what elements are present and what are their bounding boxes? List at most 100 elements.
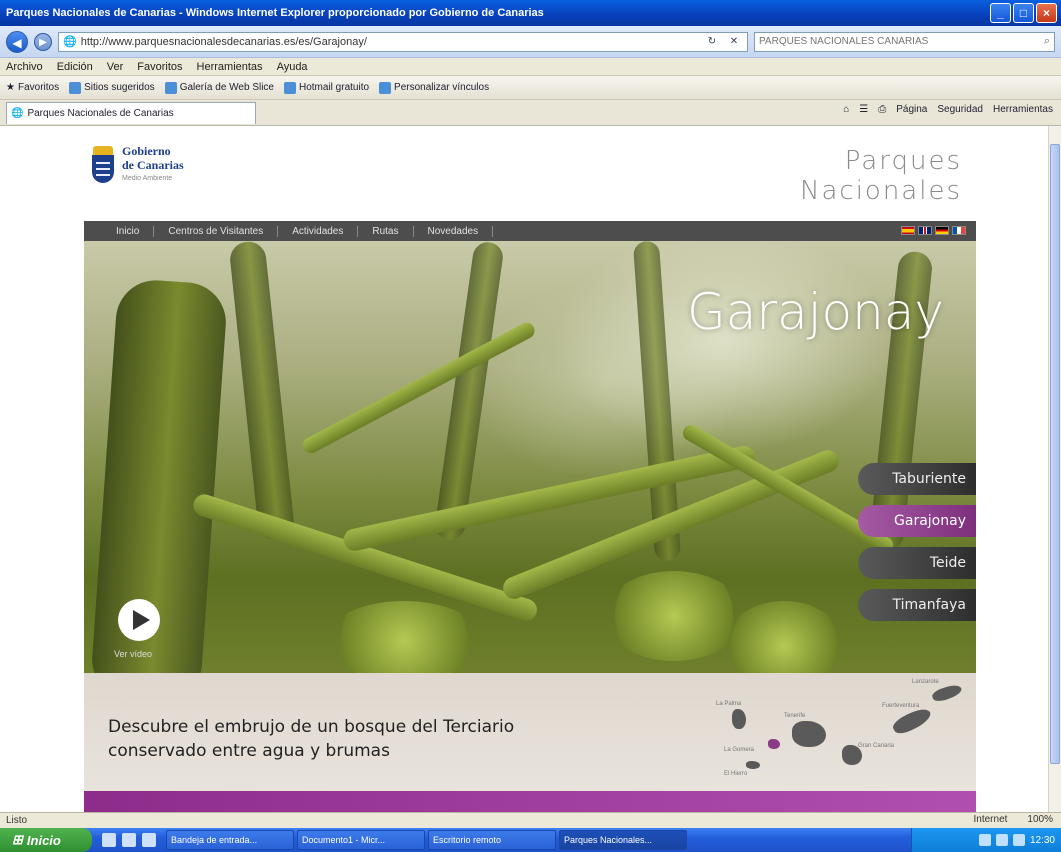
system-tray: 12:30 [911, 828, 1061, 852]
tagline: Descubre el embrujo de un bosque del Ter… [108, 715, 628, 763]
star-icon: ★ [6, 82, 15, 93]
favorite-item[interactable]: Personalizar vínculos [379, 81, 489, 94]
tree-trunk [228, 241, 296, 543]
search-icon[interactable]: ⌕ [1044, 35, 1050, 48]
favorite-item[interactable]: Sitios sugeridos [69, 81, 155, 94]
start-button[interactable]: ⊞ Inicio [0, 828, 92, 852]
nav-rutas[interactable]: Rutas [358, 225, 414, 237]
moss-clump [604, 571, 744, 661]
tool-seguridad[interactable]: Seguridad [937, 104, 983, 115]
video-label[interactable]: Ver vídeo [114, 649, 152, 659]
scroll-thumb[interactable] [1050, 144, 1060, 764]
stop-icon[interactable]: ✕ [725, 33, 743, 51]
menu-ayuda[interactable]: Ayuda [277, 61, 308, 73]
island-label: La Palma [716, 701, 742, 707]
flag-fr-icon[interactable] [952, 226, 966, 235]
minimize-button[interactable]: _ [990, 3, 1011, 23]
print-icon[interactable]: ⎙ [878, 104, 886, 115]
vertical-scrollbar[interactable] [1048, 126, 1061, 812]
island-tenerife[interactable] [792, 721, 826, 747]
tab-parques[interactable]: 🌐 Parques Nacionales de Canarias [6, 101, 256, 124]
island-el-hierro[interactable] [746, 761, 760, 769]
flag-es-icon[interactable] [901, 226, 915, 235]
status-bar: Listo Internet 100% [0, 812, 1061, 828]
park-teide-button[interactable]: Teide [858, 547, 976, 579]
refresh-icon[interactable]: ↻ [703, 33, 721, 51]
menu-ver[interactable]: Ver [107, 61, 124, 73]
island-label: La Gomera [724, 747, 755, 753]
zone-indicator[interactable]: Internet [974, 814, 1008, 825]
security-icon[interactable] [1012, 834, 1025, 846]
taskbar-item[interactable]: Escritorio remoto [428, 830, 556, 850]
taskbar-item-active[interactable]: Parques Nacionales... [559, 830, 687, 850]
menu-archivo[interactable]: Archivo [6, 61, 43, 73]
favorite-item[interactable]: Hotmail gratuito [284, 81, 369, 94]
desktop-icon[interactable] [122, 833, 136, 847]
nav-actividades[interactable]: Actividades [278, 225, 359, 237]
volume-icon[interactable] [995, 834, 1008, 846]
logo-line2: de Canarias [122, 158, 184, 172]
window-title: Parques Nacionales de Canarias - Windows… [6, 7, 544, 19]
park-taburiente-button[interactable]: Taburiente [858, 463, 976, 495]
home-icon[interactable]: ⌂ [843, 104, 849, 115]
tool-herramientas[interactable]: Herramientas [993, 104, 1053, 115]
zoom-level[interactable]: 100% [1027, 814, 1053, 825]
page-viewport: Gobierno de Canarias Medio Ambiente Parq… [0, 126, 1048, 812]
clock[interactable]: 12:30 [1030, 835, 1055, 846]
logo-line1: Gobierno [122, 144, 171, 158]
island-fuerteventura[interactable] [890, 704, 934, 738]
brand-line2: Nacionales [800, 176, 962, 206]
moss-branch [300, 319, 538, 457]
moss-clump [324, 601, 484, 673]
tree-trunk [433, 241, 505, 542]
play-video-icon[interactable] [118, 599, 160, 641]
park-garajonay-button[interactable]: Garajonay [858, 505, 976, 537]
flag-de-icon[interactable] [935, 226, 949, 235]
park-selector: Taburiente Garajonay Teide Timanfaya [858, 463, 976, 621]
island-la-gomera[interactable] [768, 739, 780, 749]
mail-icon[interactable] [142, 833, 156, 847]
address-bar[interactable]: 🌐 http://www.parquesnacionalesdecanarias… [58, 31, 748, 52]
menu-favoritos[interactable]: Favoritos [137, 61, 182, 73]
language-flags [901, 226, 966, 235]
nav-inicio[interactable]: Inicio [102, 225, 155, 237]
menu-edicion[interactable]: Edición [57, 61, 93, 73]
moss-branch [341, 443, 758, 553]
forward-icon[interactable]: ▶ [34, 32, 52, 51]
menu-bar: Archivo Edición Ver Favoritos Herramient… [0, 58, 1061, 76]
footer-accent-bar [84, 791, 976, 812]
link-icon [69, 81, 82, 94]
park-timanfaya-button[interactable]: Timanfaya [858, 589, 976, 621]
page-icon: 🌐 [63, 36, 77, 48]
nav-centros[interactable]: Centros de Visitantes [154, 225, 279, 237]
close-button[interactable]: × [1036, 3, 1057, 23]
flag-en-icon[interactable] [918, 226, 932, 235]
menu-herramientas[interactable]: Herramientas [197, 61, 263, 73]
hero-title: Garajonay [687, 283, 944, 341]
favorites-button[interactable]: ★ Favoritos [6, 82, 59, 93]
feeds-icon[interactable]: ☰ [859, 104, 868, 115]
crest-icon [90, 146, 116, 184]
network-icon[interactable] [978, 834, 991, 846]
address-url[interactable]: http://www.parquesnacionalesdecanarias.e… [81, 36, 699, 48]
hero-forest-image: Garajonay Taburiente Garajonay Teide Tim… [84, 241, 976, 673]
nav-novedades[interactable]: Novedades [414, 225, 494, 237]
island-label: El Hierro [724, 771, 748, 777]
tagline-line1: Descubre el embrujo de un bosque del Ter… [108, 717, 515, 737]
gobierno-logo[interactable]: Gobierno de Canarias Medio Ambiente [90, 144, 184, 186]
search-input[interactable] [759, 36, 1044, 47]
taskbar-item[interactable]: Documento1 - Micr... [297, 830, 425, 850]
search-box[interactable]: ⌕ [754, 31, 1055, 52]
tagline-line2: conservado entre agua y brumas [108, 741, 390, 761]
maximize-button[interactable]: □ [1013, 3, 1034, 23]
island-lanzarote[interactable] [930, 682, 964, 704]
taskbar-item[interactable]: Bandeja de entrada... [166, 830, 294, 850]
island-la-palma[interactable] [732, 709, 746, 729]
logo-sub: Medio Ambiente [122, 175, 173, 182]
favorite-item[interactable]: Galería de Web Slice [164, 81, 274, 94]
ie-icon[interactable] [102, 833, 116, 847]
tool-pagina[interactable]: Página [896, 104, 927, 115]
back-icon[interactable]: ◀ [6, 30, 28, 53]
brand-line1: Parques [844, 146, 962, 176]
link-icon [379, 81, 392, 94]
